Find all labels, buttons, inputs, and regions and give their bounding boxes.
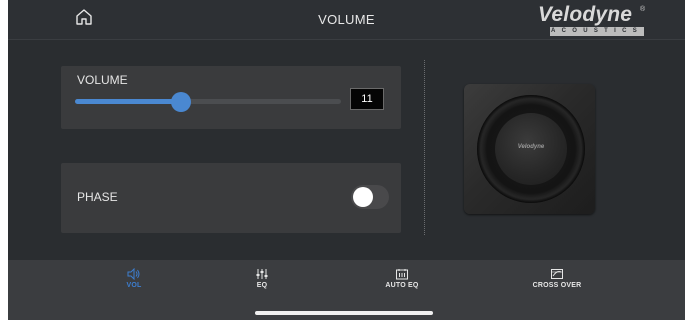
nav-label-crossover: CROSS OVER	[532, 282, 582, 289]
toggle-knob	[353, 187, 373, 207]
speaker-brand: Velodyne	[517, 144, 545, 150]
nav-item-auto-eq[interactable]: AUTO EQ	[362, 268, 442, 289]
volume-value[interactable]: 11	[350, 88, 384, 110]
phase-toggle[interactable]	[351, 185, 389, 209]
nav-item-vol[interactable]: VOL	[94, 268, 174, 289]
speaker-cone: Velodyne	[495, 113, 567, 185]
subwoofer-image: Velodyne	[464, 84, 595, 214]
volume-slider[interactable]	[75, 92, 341, 112]
phase-panel: PHASE	[61, 163, 401, 233]
phase-label: PHASE	[77, 190, 118, 204]
nav-label-vol: VOL	[126, 282, 142, 289]
logo-brand: Velodyne	[538, 3, 633, 26]
speaker-icon	[94, 268, 174, 280]
header: VOLUME Velodyne ® ACOUSTICS	[8, 0, 685, 40]
brand-logo: Velodyne ® ACOUSTICS	[536, 4, 646, 36]
divider	[424, 60, 425, 235]
home-indicator[interactable]	[255, 311, 433, 315]
volume-label: VOLUME	[77, 73, 128, 87]
logo-subtitle: ACOUSTICS	[550, 27, 644, 36]
crossover-icon	[517, 268, 597, 280]
sliders-icon	[222, 268, 302, 280]
speaker-surround: Velodyne	[477, 95, 585, 203]
nav-item-crossover[interactable]: CROSS OVER	[517, 268, 597, 289]
registered-mark: ®	[640, 6, 646, 13]
auto-eq-icon	[362, 268, 442, 280]
nav-label-auto-eq: AUTO EQ	[385, 282, 419, 289]
nav-label-eq: EQ	[256, 282, 268, 289]
app-screen: VOLUME Velodyne ® ACOUSTICS VOLUME 11 PH…	[8, 0, 685, 320]
slider-fill	[75, 99, 182, 104]
slider-thumb[interactable]	[171, 92, 192, 112]
nav-item-eq[interactable]: EQ	[222, 268, 302, 289]
